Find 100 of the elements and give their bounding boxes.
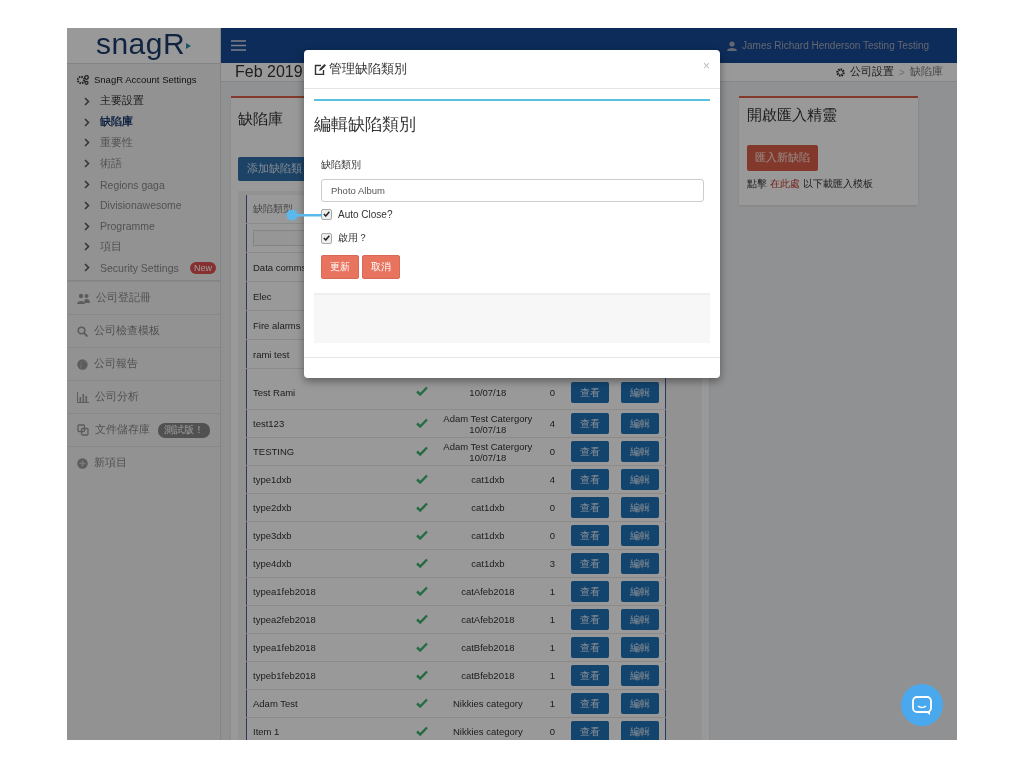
gear-icon [835, 67, 845, 77]
table-cell: catBfeb2018 [461, 642, 515, 653]
chat-icon [912, 695, 932, 715]
chevron-icon [84, 242, 90, 252]
table-cell: cat1dxb [471, 502, 505, 513]
table-cell: 3 [549, 558, 555, 569]
view-button[interactable]: 查看 [571, 525, 609, 546]
view-button[interactable]: 查看 [571, 721, 609, 740]
menu-label: 術語 [100, 156, 122, 171]
card-title: 缺陷庫 [238, 110, 283, 129]
menu-label: Divisionawesome [100, 199, 182, 212]
breadcrumb-separator: > [898, 66, 905, 78]
table-cell: typea1feb2018 [246, 633, 409, 662]
table-cell: 10/07/18 [469, 386, 507, 398]
table-cell: Nikkies category [453, 726, 523, 737]
edit-button[interactable]: 編輯 [621, 693, 659, 714]
new-badge: New [190, 261, 216, 274]
chat-button[interactable] [901, 684, 943, 726]
check-icon [416, 417, 429, 428]
breadcrumb-link[interactable]: 公司設置 [849, 65, 894, 79]
edit-button[interactable]: 編輯 [621, 381, 659, 403]
checkbox[interactable] [321, 232, 332, 244]
menu-label: 公司分析 [95, 390, 139, 405]
menu-icon[interactable] [231, 40, 246, 51]
check-icon [416, 529, 429, 540]
edit-button[interactable]: 編輯 [621, 553, 659, 574]
view-button[interactable]: 查看 [571, 665, 609, 686]
menu-label: 公司檢查模板 [94, 324, 160, 339]
menu-label: 主要設置 [100, 94, 144, 109]
table-cell: test123 [246, 409, 409, 438]
check-icon [416, 641, 429, 652]
table-cell: 1 [549, 670, 555, 681]
check-icon [416, 697, 429, 708]
user-name[interactable]: James Richard Henderson Testing Testing [742, 40, 929, 51]
view-button[interactable]: 查看 [571, 441, 609, 462]
table-cell: typeb1feb2018 [246, 661, 409, 690]
table-cell: catBfeb2018 [461, 670, 515, 681]
table-cell: 1 [549, 698, 555, 709]
copy-icon [77, 424, 89, 437]
table-cell: Adam Test Catergory 10/07/18 [443, 412, 533, 435]
view-button[interactable]: 查看 [571, 637, 609, 658]
edit-button[interactable]: 編輯 [621, 441, 659, 462]
view-button[interactable]: 查看 [571, 469, 609, 490]
menu-item[interactable]: 主要設置 [67, 91, 220, 112]
gears-icon [77, 74, 89, 85]
menu-label: Regions gaga [100, 178, 165, 191]
view-button[interactable]: 查看 [571, 581, 609, 602]
edit-button[interactable]: 編輯 [621, 721, 659, 740]
view-button[interactable]: 查看 [571, 553, 609, 574]
table-cell: Nikkies category [453, 698, 523, 709]
table-cell: 1 [549, 614, 555, 625]
section-title: SnagR Account Settings [94, 74, 197, 85]
edit-button[interactable]: 編輯 [621, 665, 659, 686]
table-cell: 0 [549, 726, 555, 737]
check-icon [416, 613, 429, 624]
close-button[interactable]: × [703, 59, 710, 73]
here-link[interactable]: 在此處 [769, 178, 800, 189]
menu-item[interactable]: 公司檢查模板 [67, 314, 220, 348]
table-cell: Adam Test [246, 689, 409, 718]
menu-label: 文件儲存庫 [95, 423, 150, 438]
menu-label: 缺陷庫 [100, 115, 133, 130]
edit-button[interactable]: 編輯 [621, 581, 659, 602]
menu-label: Security Settings [100, 261, 179, 274]
edit-button[interactable]: 編輯 [621, 609, 659, 630]
cancel-button[interactable]: 取消 [362, 255, 400, 279]
checkbox-label: Auto Close? [338, 208, 393, 220]
chevron-icon [84, 263, 90, 273]
update-button[interactable]: 更新 [321, 255, 359, 279]
import-button[interactable]: 匯入新缺陷 [747, 145, 818, 171]
breadcrumb-current: 缺陷庫 [910, 65, 943, 79]
card-title: 開啟匯入精靈 [747, 106, 837, 125]
form-heading: 編輯缺陷類別 [314, 114, 417, 136]
view-button[interactable]: 查看 [571, 381, 609, 403]
chevron-icon [84, 159, 90, 169]
chevron-icon [84, 138, 90, 148]
edit-button[interactable]: 編輯 [621, 469, 659, 490]
menu-label: Programme [100, 220, 155, 233]
table-cell: cat1dxb [471, 474, 505, 485]
edit-button[interactable]: 編輯 [621, 637, 659, 658]
view-button[interactable]: 查看 [571, 413, 609, 434]
table-cell: 0 [549, 530, 555, 541]
table-cell: Adam Test Catergory 10/07/18 [443, 440, 533, 463]
view-button[interactable]: 查看 [571, 497, 609, 518]
edit-button[interactable]: 編輯 [621, 497, 659, 518]
category-field[interactable]: Photo Album [321, 179, 704, 202]
check-icon [416, 445, 429, 456]
menu-item[interactable]: 缺陷庫 [67, 111, 220, 133]
table-cell: type1dxb [246, 465, 409, 494]
table-cell: 0 [549, 502, 555, 513]
view-button[interactable]: 查看 [571, 609, 609, 630]
users-icon [77, 292, 90, 304]
page-title: Feb 2019 [235, 63, 303, 81]
edit-button[interactable]: 編輯 [621, 525, 659, 546]
table-cell: 1 [549, 642, 555, 653]
view-button[interactable]: 查看 [571, 693, 609, 714]
checkbox[interactable] [321, 208, 332, 220]
menu-item[interactable]: 公司分析 [67, 380, 220, 414]
edit-button[interactable]: 編輯 [621, 413, 659, 434]
search-icon [77, 325, 88, 337]
table-cell: type4dxb [246, 549, 409, 578]
